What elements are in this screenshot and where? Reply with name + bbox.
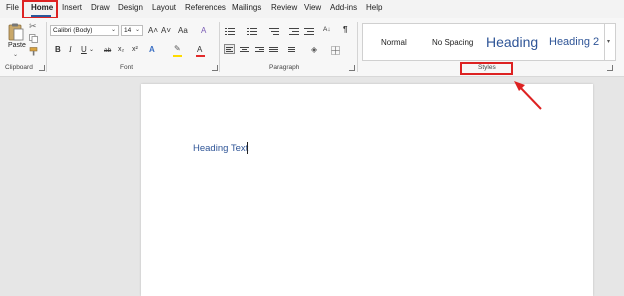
group-divider bbox=[46, 22, 47, 72]
font-dialog-launcher-icon[interactable] bbox=[212, 65, 218, 71]
sort-button[interactable]: A↓ bbox=[323, 25, 331, 35]
tab-draw[interactable]: Draw bbox=[91, 3, 110, 12]
tab-mailings[interactable]: Mailings bbox=[232, 3, 261, 12]
paragraph-group-label: Paragraph bbox=[269, 64, 300, 71]
change-case-button[interactable]: Aa bbox=[178, 26, 188, 36]
justify-icon[interactable] bbox=[269, 46, 279, 54]
tab-layout[interactable]: Layout bbox=[152, 3, 176, 12]
tab-design[interactable]: Design bbox=[118, 3, 143, 12]
clipboard-dialog-launcher-icon[interactable] bbox=[39, 65, 45, 71]
document-heading-text[interactable]: Heading Text bbox=[193, 143, 248, 154]
highlight-color-swatch bbox=[173, 55, 182, 57]
paragraph-dialog-launcher-icon[interactable] bbox=[349, 65, 355, 71]
subscript-button[interactable]: x₂ bbox=[118, 45, 124, 55]
tab-add-ins[interactable]: Add-ins bbox=[330, 3, 357, 12]
tab-view[interactable]: View bbox=[304, 3, 321, 12]
decrease-indent-icon[interactable] bbox=[289, 27, 299, 35]
bold-button[interactable]: B bbox=[55, 45, 61, 55]
line-spacing-icon[interactable] bbox=[285, 46, 295, 54]
font-family-select[interactable]: Calibri (Body) ⌄ bbox=[50, 25, 119, 36]
multilevel-list-icon[interactable] bbox=[269, 27, 279, 35]
home-tab-highlight-box bbox=[22, 0, 58, 19]
styles-label-highlight-box bbox=[460, 62, 513, 75]
text-cursor bbox=[247, 142, 248, 154]
grow-font-button[interactable]: A˄ bbox=[148, 26, 158, 36]
align-left-button[interactable] bbox=[224, 44, 235, 54]
annotation-arrow-icon bbox=[514, 81, 542, 110]
font-group-label: Font bbox=[120, 64, 134, 71]
borders-icon[interactable] bbox=[331, 46, 340, 55]
tab-insert[interactable]: Insert bbox=[62, 3, 82, 12]
tab-review[interactable]: Review bbox=[271, 3, 297, 12]
styles-more-button[interactable]: ▾ bbox=[604, 24, 615, 60]
tab-file[interactable]: File bbox=[6, 3, 19, 12]
superscript-button[interactable]: x² bbox=[132, 45, 138, 55]
bullets-icon[interactable] bbox=[225, 27, 235, 35]
font-color-swatch bbox=[196, 55, 205, 57]
shrink-font-button[interactable]: A˅ bbox=[161, 26, 171, 36]
style-normal[interactable]: Normal bbox=[381, 38, 407, 47]
copy-icon[interactable] bbox=[29, 34, 38, 43]
underline-button[interactable]: U bbox=[81, 45, 87, 55]
style-heading-2[interactable]: Heading 2 bbox=[549, 36, 599, 48]
scissors-icon[interactable]: ✂ bbox=[29, 21, 37, 32]
increase-indent-icon[interactable] bbox=[304, 27, 314, 35]
styles-dialog-launcher-icon[interactable] bbox=[607, 65, 613, 71]
ribbon-tab-bar: File Home Insert Draw Design Layout Refe… bbox=[0, 0, 624, 18]
tab-help[interactable]: Help bbox=[366, 3, 382, 12]
highlight-button[interactable]: ✎ bbox=[174, 44, 181, 54]
styles-gallery: Normal No Spacing Heading Heading 2 ▾ bbox=[362, 23, 616, 61]
paste-button[interactable]: Paste bbox=[8, 42, 26, 49]
font-color-button[interactable]: A bbox=[197, 45, 202, 55]
font-family-value: Calibri (Body) bbox=[53, 27, 93, 34]
text-effects-button[interactable]: A bbox=[149, 45, 155, 55]
tab-references[interactable]: References bbox=[185, 3, 226, 12]
show-formatting-marks-button[interactable]: ¶ bbox=[343, 25, 347, 35]
font-size-value: 14 bbox=[124, 27, 132, 34]
italic-button[interactable]: I bbox=[69, 45, 72, 55]
group-divider bbox=[357, 22, 358, 72]
group-divider bbox=[219, 22, 220, 72]
document-page[interactable] bbox=[141, 84, 593, 296]
clear-formatting-button[interactable]: A bbox=[201, 26, 206, 36]
font-size-select[interactable]: 14 ⌄ bbox=[121, 25, 143, 36]
chevron-down-icon[interactable]: ⌄ bbox=[89, 45, 94, 55]
paintbrush-icon[interactable] bbox=[29, 47, 38, 56]
strikethrough-button[interactable]: ab bbox=[104, 46, 111, 56]
align-center-icon[interactable] bbox=[240, 46, 250, 54]
clipboard-group-label: Clipboard bbox=[5, 64, 33, 71]
style-no-spacing[interactable]: No Spacing bbox=[432, 38, 473, 47]
chevron-down-icon: ▾ bbox=[607, 39, 611, 45]
align-right-icon[interactable] bbox=[255, 46, 265, 54]
numbering-icon[interactable] bbox=[247, 27, 257, 35]
style-heading-1[interactable]: Heading bbox=[486, 34, 538, 50]
ribbon: Paste ⌄ ✂ Clipboard Calibri (Body) ⌄ 14 … bbox=[0, 18, 624, 77]
chevron-down-icon: ⌄ bbox=[134, 27, 140, 33]
shading-icon[interactable]: ◈ bbox=[311, 45, 317, 55]
align-left-icon bbox=[226, 46, 236, 54]
clipboard-icon[interactable] bbox=[8, 23, 24, 41]
paste-dropdown-icon[interactable]: ⌄ bbox=[13, 51, 18, 58]
chevron-down-icon: ⌄ bbox=[110, 27, 116, 33]
